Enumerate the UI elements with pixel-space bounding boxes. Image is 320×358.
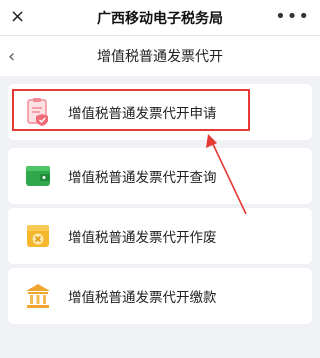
annotation-arrow (206, 134, 247, 215)
